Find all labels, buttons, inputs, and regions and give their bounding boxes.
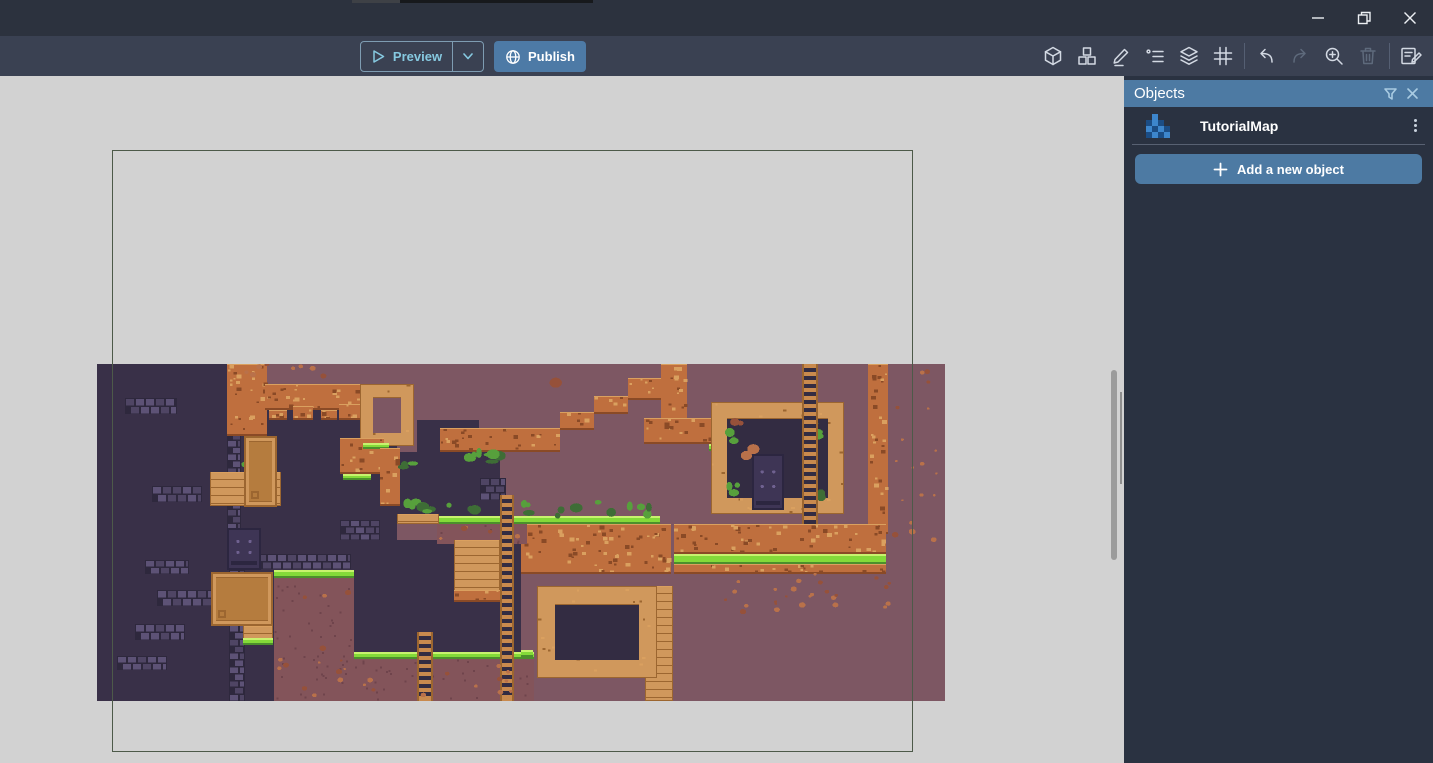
trash-icon[interactable] [1355,43,1381,69]
object-cube-icon[interactable] [1040,43,1066,69]
minimize-button[interactable] [1295,3,1341,33]
filter-button[interactable] [1379,83,1401,105]
layers-icon[interactable] [1176,43,1202,69]
objects-panel: Objects TutorialMap Add a new object [1124,76,1433,763]
undo-icon[interactable] [1253,43,1279,69]
filter-funnel-icon [1383,87,1398,101]
close-icon [1403,11,1417,25]
project-notes-icon[interactable] [1398,43,1424,69]
scene-window-bounds [112,150,913,752]
plus-icon [1213,162,1228,177]
tilemap-checker-icon [1146,114,1170,138]
restore-button[interactable] [1341,3,1387,33]
close-icon [1406,87,1419,100]
play-icon [371,49,386,64]
publish-button[interactable]: Publish [494,41,586,72]
preview-button[interactable]: Preview [360,41,484,72]
publish-button-label: Publish [528,49,575,64]
restore-icon [1357,11,1371,25]
add-new-object-button[interactable]: Add a new object [1135,154,1422,184]
canvas-vertical-scrollbar[interactable] [1111,370,1117,560]
gdevelop-editor-window: Preview Publish [0,0,1433,763]
zoom-in-icon[interactable] [1321,43,1347,69]
objects-panel-header: Objects [1124,80,1433,107]
preview-button-label: Preview [393,49,442,64]
close-panel-button[interactable] [1401,83,1423,105]
objects-panel-title: Objects [1134,85,1379,102]
grid-icon[interactable] [1210,43,1236,69]
chevron-down-icon [463,53,473,60]
editor-toolbar: Preview Publish [0,36,1433,76]
edit-pencil-icon[interactable] [1108,43,1134,69]
panel-edge-scrollbar[interactable] [1120,392,1122,484]
minimize-icon [1311,11,1325,25]
title-bar-strip-light [352,0,400,3]
redo-icon[interactable] [1287,43,1313,69]
globe-icon [505,49,521,65]
title-bar [0,0,1433,36]
title-bar-strip-dark [400,0,593,3]
object-name-label: TutorialMap [1200,118,1410,134]
preview-dropdown-button[interactable] [452,42,483,71]
object-list-item-tutorialmap[interactable]: TutorialMap [1124,107,1433,144]
properties-list-icon[interactable] [1142,43,1168,69]
object-context-menu-button[interactable] [1410,115,1421,136]
close-button[interactable] [1387,3,1433,33]
instances-cubes-icon[interactable] [1074,43,1100,69]
window-controls [1295,0,1433,36]
toolbar-icon-group [1040,36,1424,76]
toolbar-separator [1389,43,1390,69]
toolbar-separator [1244,43,1245,69]
add-new-object-label: Add a new object [1237,162,1344,177]
panel-divider [1132,144,1425,145]
